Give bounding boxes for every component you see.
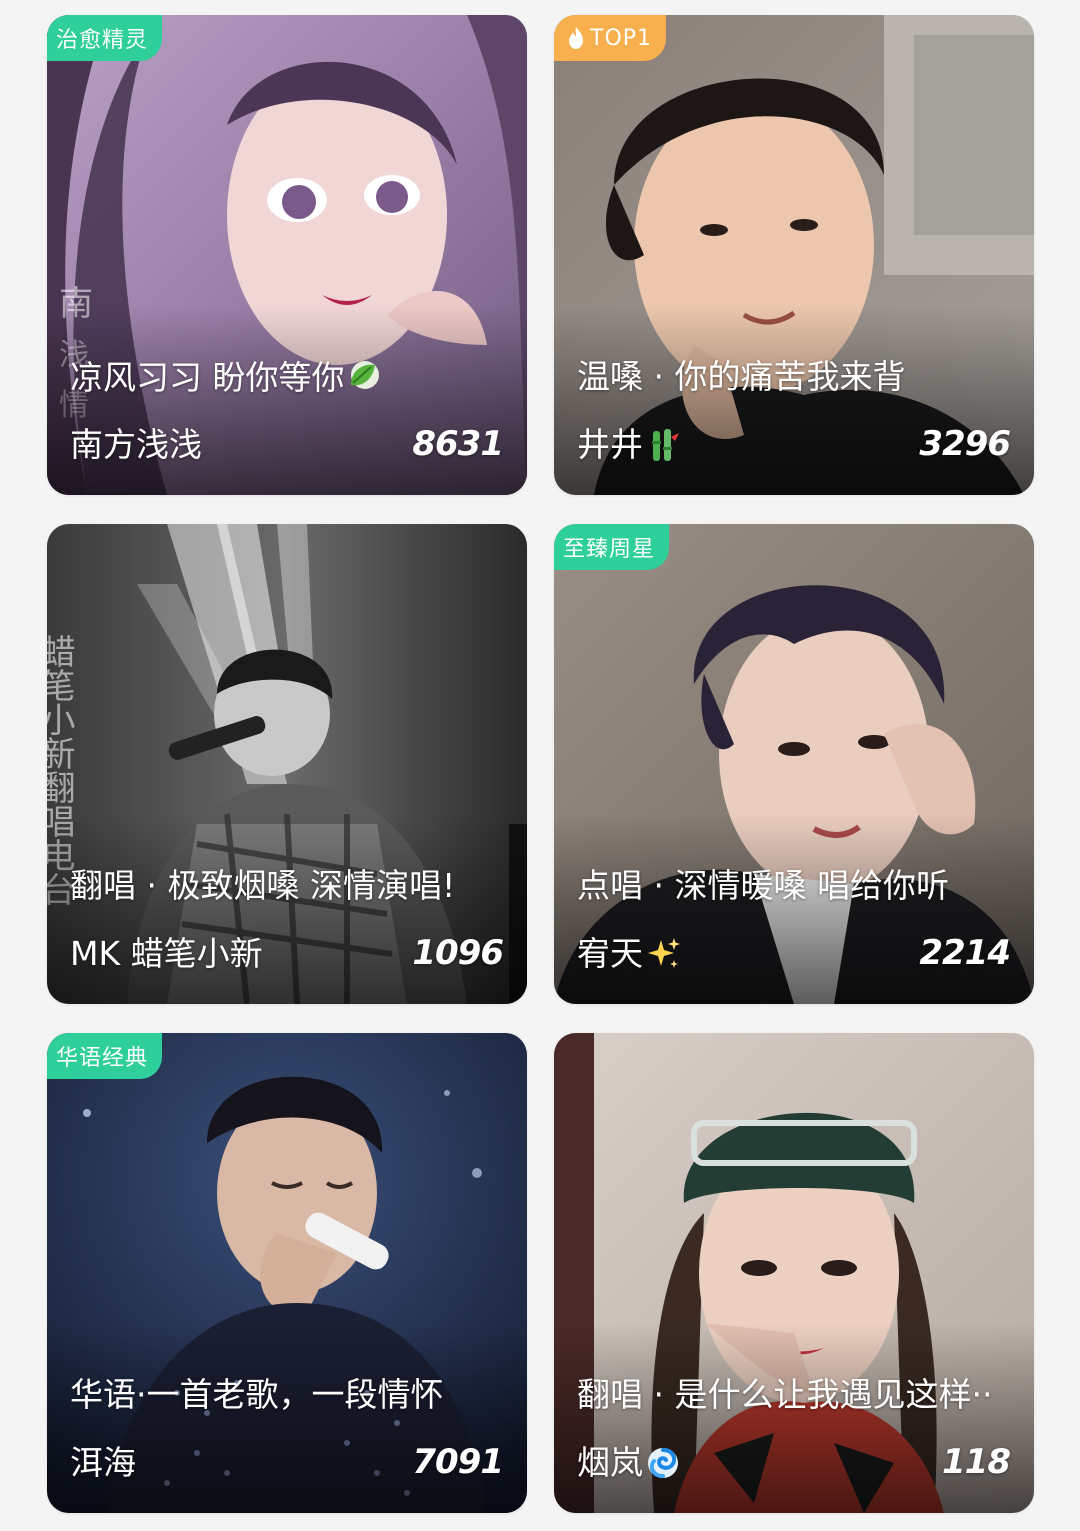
- room-title-text: 华语·一首老歌，一段情怀: [70, 1375, 444, 1414]
- host-name-text: 烟岚: [577, 1443, 643, 1482]
- host-name: 南方浅浅: [70, 425, 202, 465]
- bottom-gradient: [47, 814, 527, 1004]
- room-title: 凉风习习 盼你等你: [70, 357, 514, 398]
- bottom-gradient: [554, 305, 1034, 495]
- room-title: 温嗓 · 你的痛苦我来背: [577, 357, 1021, 397]
- listener-count: 7091: [412, 1442, 504, 1482]
- room-card-2[interactable]: TOP1 温嗓 · 你的痛苦我来背 井井 3296: [554, 15, 1034, 495]
- bottom-gradient: [554, 814, 1034, 1004]
- sparkles-icon: [648, 938, 680, 968]
- host-name-text: 南方浅浅: [70, 425, 202, 464]
- room-card-3[interactable]: 蜡笔小新翻唱电台 翻唱 · 极致烟嗓 深情演唱! MK 蜡笔小新 1096: [47, 524, 527, 1004]
- room-title-text: 温嗓 · 你的痛苦我来背: [577, 357, 906, 396]
- category-badge: 华语经典: [47, 1033, 163, 1079]
- room-card-4[interactable]: 至臻周星 点唱 · 深情暖嗓 唱给你听 宥天 2214: [554, 524, 1034, 1004]
- room-title: 翻唱 · 极致烟嗓 深情演唱!: [70, 866, 514, 906]
- host-name-text: 井井: [577, 425, 643, 464]
- room-card-5[interactable]: 华语经典 华语·一首老歌，一段情怀 洱海 7091: [47, 1033, 527, 1513]
- badge-label: 华语经典: [56, 1046, 149, 1071]
- room-title-text: 凉风习习 盼你等你: [70, 358, 345, 397]
- flame-icon: [569, 27, 583, 49]
- listener-count: 2214: [919, 933, 1011, 973]
- listener-count: 118: [942, 1442, 1011, 1482]
- room-card-1[interactable]: 南 浅 情 治愈精灵 凉风习习 盼你等你 南方浅浅 8631: [47, 15, 527, 495]
- listener-count: 1096: [412, 933, 504, 973]
- host-name: 宥天: [577, 934, 681, 974]
- host-name: 洱海: [70, 1443, 136, 1483]
- rank-badge: TOP1: [554, 15, 667, 61]
- bottom-gradient: [554, 1323, 1034, 1513]
- listener-count: 3296: [919, 424, 1011, 464]
- listener-count: 8631: [412, 424, 504, 464]
- room-title-text: 点唱 · 深情暖嗓 唱给你听: [577, 866, 949, 905]
- room-title: 华语·一首老歌，一段情怀: [70, 1375, 514, 1415]
- room-title: 翻唱 · 是什么让我遇见这样··: [577, 1375, 1021, 1415]
- room-card-6[interactable]: 翻唱 · 是什么让我遇见这样·· 烟岚 118: [554, 1033, 1034, 1513]
- bamboo-icon: [652, 429, 679, 461]
- badge-label: 至臻周星: [563, 537, 656, 562]
- category-badge: 至臻周星: [554, 524, 670, 570]
- leaf-icon: [350, 361, 379, 389]
- badge-label: TOP1: [590, 25, 653, 51]
- swirl-icon: [648, 1448, 678, 1478]
- bottom-gradient: [47, 305, 527, 495]
- room-title-text: 翻唱 · 极致烟嗓 深情演唱!: [70, 866, 456, 905]
- bottom-gradient: [47, 1323, 527, 1513]
- room-title-text: 翻唱 · 是什么让我遇见这样··: [577, 1375, 993, 1414]
- room-card-grid: 南 浅 情 治愈精灵 凉风习习 盼你等你 南方浅浅 8631: [0, 0, 1080, 1531]
- host-name: 烟岚: [577, 1443, 681, 1483]
- host-name-text: MK 蜡笔小新: [70, 934, 263, 973]
- category-badge: 治愈精灵: [47, 15, 163, 61]
- badge-label: 治愈精灵: [56, 28, 149, 53]
- host-name: 井井: [577, 425, 681, 465]
- host-name-text: 宥天: [577, 934, 643, 973]
- host-name-text: 洱海: [70, 1443, 136, 1482]
- host-name: MK 蜡笔小新: [70, 934, 263, 974]
- room-title: 点唱 · 深情暖嗓 唱给你听: [577, 866, 1021, 906]
